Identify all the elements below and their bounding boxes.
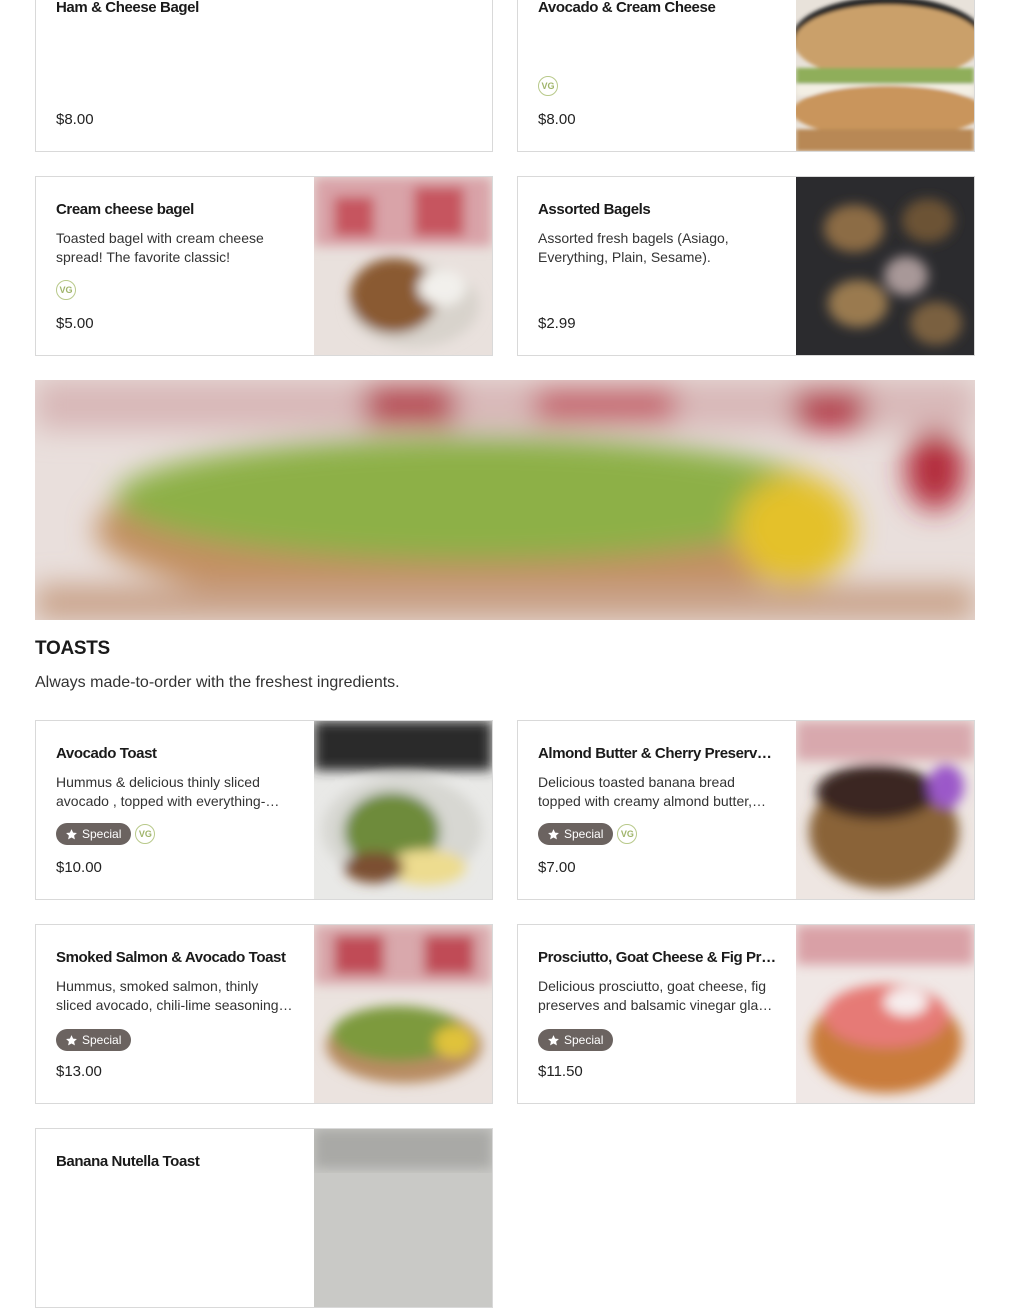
star-icon [548, 828, 559, 839]
item-name: Ham & Cheese Bagel [56, 0, 199, 16]
vegetarian-icon: VG [538, 76, 558, 96]
item-photo [314, 177, 492, 355]
item-description: Hummus, smoked salmon, thinly sliced avo… [56, 978, 293, 1013]
item-price: $11.50 [538, 1063, 583, 1080]
special-badge: Special [56, 1029, 132, 1051]
item-price: $10.00 [56, 859, 102, 876]
vegetarian-icon: VG [617, 824, 638, 844]
item-name: Prosciutto, Goat Cheese & Fig Pres… [538, 949, 778, 966]
item-photo [314, 925, 492, 1103]
item-description: Delicious prosciutto, goat cheese, fig p… [538, 978, 773, 1013]
item-name: Almond Butter & Cherry Preserve o… [538, 745, 778, 762]
special-label: Special [564, 827, 604, 841]
menu-item-card[interactable]: Prosciutto, Goat Cheese & Fig Pres… Deli… [517, 924, 975, 1104]
item-price: $7.00 [538, 859, 576, 876]
item-name: Smoked Salmon & Avocado Toast [56, 949, 286, 966]
item-photo [796, 177, 974, 355]
item-description: Delicious toasted banana bread topped wi… [538, 774, 767, 809]
menu-item-card[interactable]: Banana Nutella Toast [35, 1128, 493, 1308]
menu-item-card[interactable]: Assorted Bagels Assorted fresh bagels (A… [517, 176, 975, 356]
item-name: Assorted Bagels [538, 201, 651, 218]
special-label: Special [82, 1033, 122, 1047]
item-price: $13.00 [56, 1063, 102, 1080]
item-description: Assorted fresh bagels (Asiago, Everythin… [538, 230, 729, 265]
item-description: Toasted bagel with cream cheese spread! … [56, 230, 264, 265]
star-icon [66, 1034, 77, 1045]
item-price: $2.99 [538, 315, 576, 332]
item-price: $8.00 [538, 111, 576, 128]
special-label: Special [564, 1033, 604, 1047]
menu-item-card[interactable]: Ham & Cheese Bagel $8.00 [35, 0, 493, 152]
item-name: Banana Nutella Toast [56, 1153, 200, 1170]
section-title: TOASTS [35, 638, 110, 659]
item-photo [314, 721, 492, 899]
menu-item-card[interactable]: Smoked Salmon & Avocado Toast Hummus, sm… [35, 924, 493, 1104]
item-photo [796, 0, 974, 151]
item-photo [796, 925, 974, 1103]
item-description: Hummus & delicious thinly sliced avocado… [56, 774, 280, 809]
item-photo [314, 1129, 492, 1307]
menu-item-card[interactable]: Avocado Toast Hummus & delicious thinly … [35, 720, 493, 900]
section-banner-image [35, 380, 975, 620]
vegetarian-icon: VG [56, 280, 76, 300]
special-badge: Special [538, 1029, 614, 1051]
special-label: Special [82, 827, 122, 841]
section-description: Always made-to-order with the freshest i… [35, 674, 400, 691]
menu-item-card[interactable]: Almond Butter & Cherry Preserve o… Delic… [517, 720, 975, 900]
special-badge: Special [56, 823, 132, 845]
item-name: Avocado & Cream Cheese [538, 0, 716, 16]
item-price: $5.00 [56, 315, 94, 332]
star-icon [548, 1034, 559, 1045]
item-name: Avocado Toast [56, 745, 157, 762]
item-name: Cream cheese bagel [56, 201, 194, 218]
menu-item-card[interactable]: Cream cheese bagel Toasted bagel with cr… [35, 176, 493, 356]
special-badge: Special [538, 823, 614, 845]
star-icon [66, 828, 77, 839]
menu-item-card[interactable]: Avocado & Cream Cheese VG $8.00 [517, 0, 975, 152]
item-price: $8.00 [56, 111, 94, 128]
item-photo [796, 721, 974, 899]
vegetarian-icon: VG [135, 824, 156, 844]
